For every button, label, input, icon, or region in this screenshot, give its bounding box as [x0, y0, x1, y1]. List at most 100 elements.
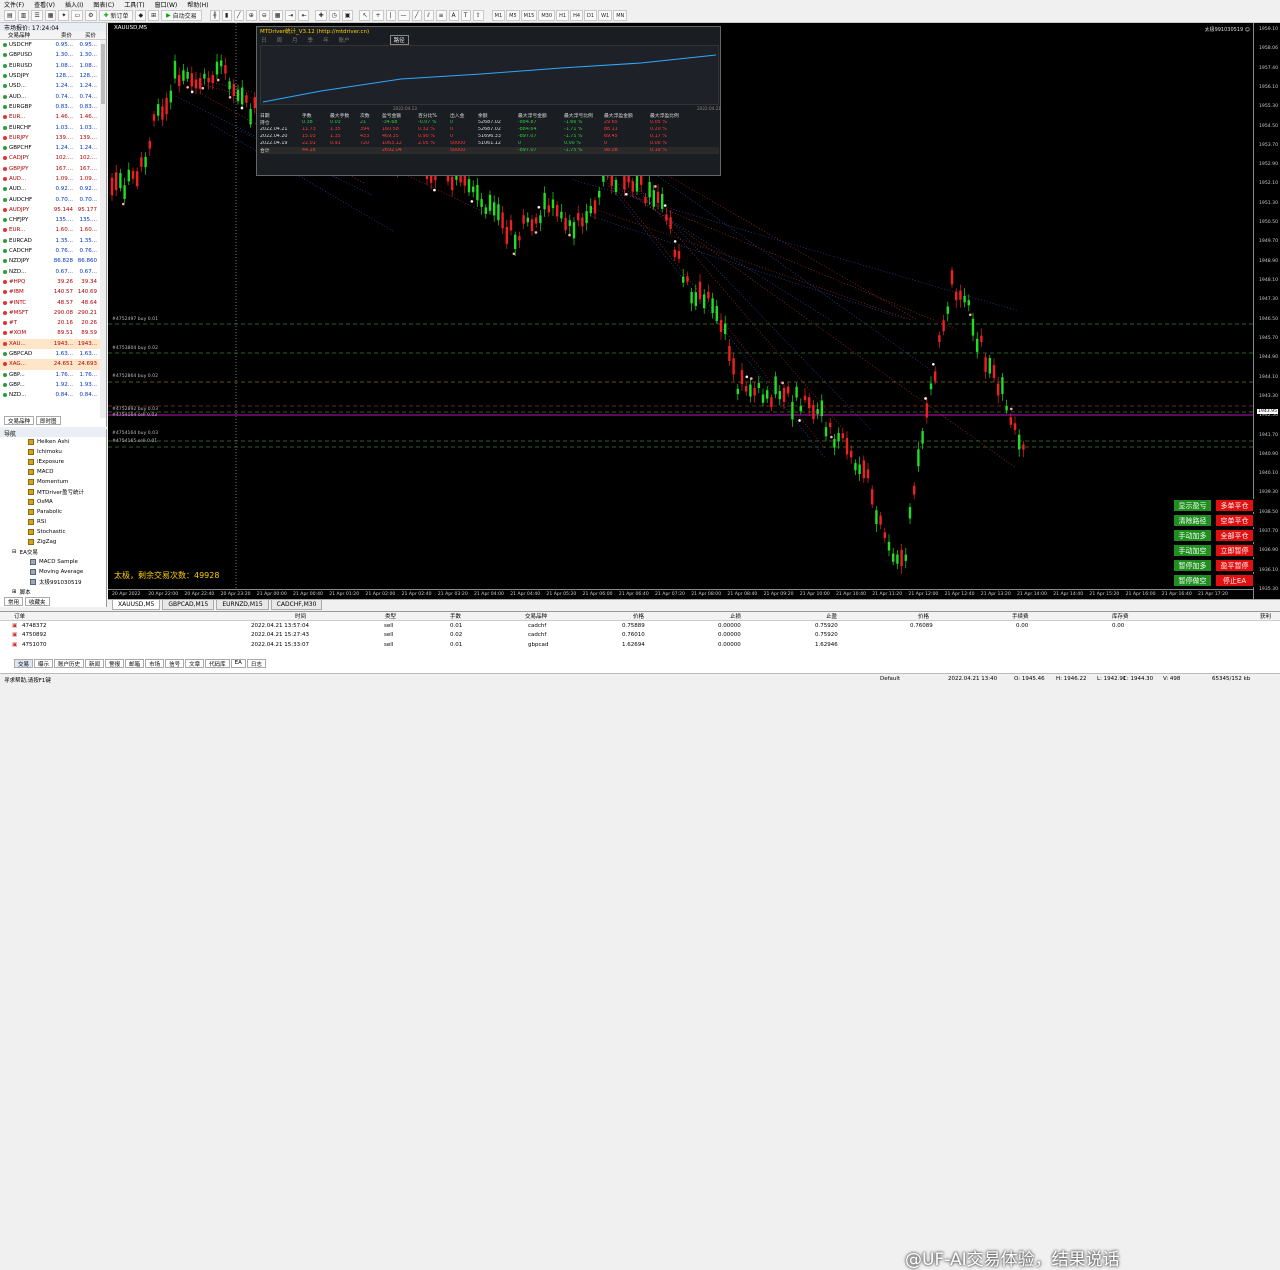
market-watch-row[interactable]: AUDJPY 95.144 95.177	[0, 205, 106, 215]
menu-item[interactable]: 文件(F)	[4, 0, 24, 9]
market-watch-row[interactable]: #INTC 48.57 48.64	[0, 297, 106, 307]
ea-control-button[interactable]: 手动加多	[1173, 529, 1212, 542]
terminal-column-header[interactable]: 交易品种	[525, 612, 547, 620]
market-watch-row[interactable]: GBPJPY 167.... 167....	[0, 164, 106, 174]
market-watch-row[interactable]: #HPQ 39.26 39.34	[0, 277, 106, 287]
ea-control-button[interactable]: 立即暂停	[1215, 544, 1254, 557]
terminal-tab[interactable]: 市场	[145, 659, 165, 668]
market-watch-row[interactable]: EUR... 1.46... 1.46...	[0, 112, 106, 122]
terminal-tab[interactable]: 新闻	[85, 659, 105, 668]
timeframe-button[interactable]: M1	[491, 10, 506, 21]
navigator-indicator[interactable]: MACD	[0, 467, 106, 477]
ea-control-button[interactable]: 清除路径	[1173, 514, 1212, 527]
indicators-icon[interactable]: ✚	[315, 10, 327, 21]
market-watch-row[interactable]: USD... 1.24... 1.24...	[0, 81, 106, 91]
scroll-icon[interactable]: ⇥	[285, 10, 297, 21]
terminal-column-header[interactable]: 手续费	[1012, 612, 1029, 620]
terminal-column-header[interactable]: 价格	[633, 612, 644, 620]
zoom-out-icon[interactable]: ⊖	[258, 10, 270, 21]
market-watch-row[interactable]: AUD... 0.74... 0.74...	[0, 91, 106, 101]
periods-icon[interactable]: ◷	[328, 10, 340, 21]
ea-control-button[interactable]: 多单平仓	[1215, 499, 1254, 512]
timeframe-button[interactable]: M5	[506, 10, 520, 21]
data-window-icon[interactable]: ▦	[44, 10, 57, 21]
navigator-tab[interactable]: 常用	[4, 597, 24, 606]
navigator-indicator[interactable]: ZigZag	[0, 537, 106, 547]
market-watch-row[interactable]: CADJPY 102.... 102....	[0, 153, 106, 163]
market-watch-row[interactable]: AUDCHF 0.70... 0.70...	[0, 194, 106, 204]
market-watch-row[interactable]: XAG... 24.651 24.693	[0, 359, 106, 370]
terminal-icon[interactable]: ▭	[71, 10, 84, 21]
market-watch-scrollbar[interactable]	[100, 40, 106, 418]
market-watch-row[interactable]: USDCHF 0.95... 0.95...	[0, 40, 106, 50]
terminal-tab[interactable]: 文章	[185, 659, 205, 668]
market-watch-row[interactable]: #IBM 140.57 140.69	[0, 287, 106, 297]
ea-control-button[interactable]: 盈平暂停	[1215, 559, 1254, 572]
menu-item[interactable]: 查看(V)	[34, 0, 55, 9]
order-row[interactable]: ▣ 4751070 2022.04.21 15:33:07 sell 0.01 gbpca…	[0, 640, 1280, 650]
templates-icon[interactable]: ▣	[341, 10, 354, 21]
market-watch-row[interactable]: GBP... 1.76... 1.76...	[0, 370, 106, 380]
market-watch-row[interactable]: GBPCAD 1.63... 1.63...	[0, 349, 106, 359]
order-row[interactable]: ▣ 4748372 2022.04.21 13:57:04 sell 0.01 cadch…	[0, 621, 1280, 631]
terminal-column-header[interactable]: 止损	[730, 612, 741, 620]
time-axis[interactable]: 20 Apr 2022 20 Apr 22:00 20 Apr 22:40 20 Ap…	[108, 589, 1253, 599]
market-watch-row[interactable]: GBP... 1.92... 1.93...	[0, 380, 106, 390]
market-watch-row[interactable]: GBPCHF 1.24... 1.24...	[0, 143, 106, 153]
cursor-icon[interactable]: ↖	[359, 10, 371, 21]
navigator-ea-item[interactable]: 太极991030519	[0, 577, 106, 587]
terminal-column-header[interactable]: 库存费	[1112, 612, 1129, 620]
market-watch-row[interactable]: EURGBP 0.83... 0.83...	[0, 102, 106, 112]
auto-trading-button[interactable]: ▶ 自动交易	[161, 10, 202, 21]
market-watch-icon[interactable]: ☰	[31, 10, 43, 21]
tester-icon[interactable]: ⚙	[85, 10, 97, 21]
navigator-ea-item[interactable]: Moving Average	[0, 567, 106, 577]
navigator-indicator[interactable]: Momentum	[0, 477, 106, 487]
navigator-indicator[interactable]: iExposure	[0, 457, 106, 467]
market-watch-row[interactable]: USDJPY 128.... 128....	[0, 71, 106, 81]
menu-item[interactable]: 帮助(H)	[187, 0, 208, 9]
timeframe-button[interactable]: M30	[538, 10, 556, 21]
terminal-tab[interactable]: 日志	[246, 659, 266, 668]
market-watch-tab[interactable]: 交易品种	[4, 416, 35, 425]
bar-chart-icon[interactable]: ╫	[209, 10, 220, 21]
market-watch-row[interactable]: #MSFT 290.08 290.21	[0, 308, 106, 318]
market-watch-tab[interactable]: 即时图	[36, 416, 61, 425]
timeframe-button[interactable]: W1	[598, 10, 613, 21]
navigator-indicator[interactable]: RSI	[0, 517, 106, 527]
candles-icon[interactable]: ▮	[221, 10, 232, 21]
navigator-icon[interactable]: ✦	[58, 10, 70, 21]
line-chart-icon[interactable]: ╱	[233, 10, 244, 21]
stats-menu-item[interactable]: 季	[308, 36, 314, 44]
navigator-ea-group[interactable]: ⊟ EA交易	[0, 547, 106, 557]
ea-control-button[interactable]: 空单平仓	[1215, 514, 1254, 527]
crosshair-icon[interactable]: +	[372, 10, 384, 21]
stats-menu-item[interactable]: 日	[261, 36, 267, 44]
label-icon[interactable]: T	[460, 10, 471, 21]
market-watch-row[interactable]: GBPUSD 1.30... 1.30...	[0, 50, 106, 60]
terminal-column-header[interactable]: 订单	[14, 612, 25, 620]
market-watch-row[interactable]: EURJPY 139.... 139....	[0, 133, 106, 143]
menu-item[interactable]: 窗口(W)	[155, 0, 178, 9]
market-watch-row[interactable]: AUD... 1.09... 1.09...	[0, 174, 106, 184]
terminal-column-header[interactable]: 价格	[918, 612, 929, 620]
timeframe-button[interactable]: MN	[613, 10, 628, 21]
navigator-scripts-group[interactable]: ⊞ 脚本	[0, 587, 106, 597]
navigator-tab[interactable]: 收藏夹	[25, 597, 50, 606]
market-watch-row[interactable]: #T 20.16 20.26	[0, 318, 106, 328]
chart-tab[interactable]: EURNZD,M15	[216, 600, 269, 610]
new-order-button[interactable]: ✚ 新订单	[98, 10, 134, 21]
hline-icon[interactable]: —	[397, 10, 410, 21]
market-watch-row[interactable]: XAU... 1943... 1943...	[0, 338, 106, 349]
market-watch-row[interactable]: NZD... 0.84... 0.84...	[0, 390, 106, 400]
terminal-column-header[interactable]: 获利	[1260, 612, 1271, 620]
shift-icon[interactable]: ⇤	[298, 10, 310, 21]
market-watch-row[interactable]: EURUSD 1.08... 1.08...	[0, 61, 106, 71]
expand-icon[interactable]: ⊟	[12, 549, 17, 555]
ea-control-button[interactable]: 暂停做空	[1173, 574, 1212, 587]
ea-control-button[interactable]: 暂停加多	[1173, 559, 1212, 572]
ea-control-button[interactable]: 显示盈亏	[1173, 499, 1212, 512]
terminal-tab[interactable]: 警报	[105, 659, 125, 668]
stats-menu-item[interactable]: 月	[292, 36, 298, 44]
ea-control-button[interactable]: 全部平仓	[1215, 529, 1254, 542]
